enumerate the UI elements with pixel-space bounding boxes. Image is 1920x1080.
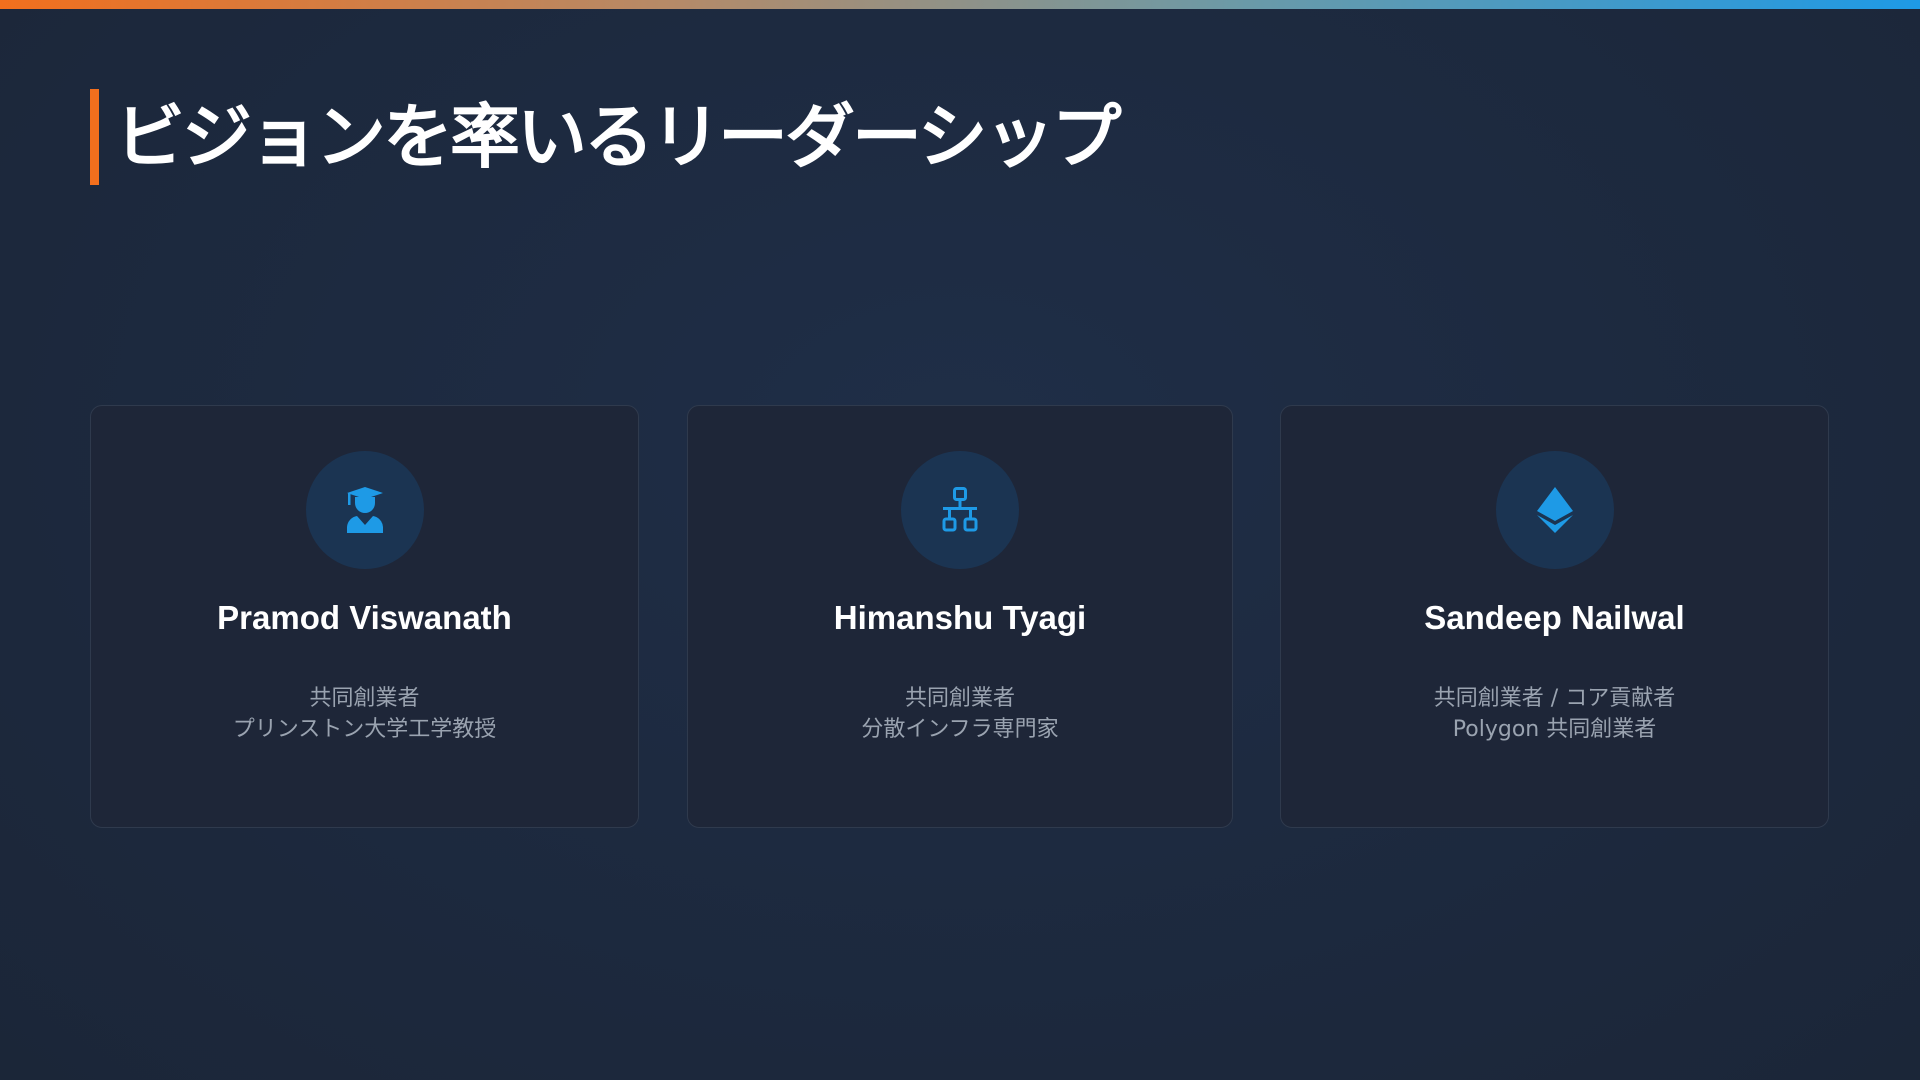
- leader-role: 共同創業者 プリンストン大学工学教授: [91, 683, 638, 745]
- icon-badge: [305, 451, 424, 569]
- leader-role-line: 共同創業者: [309, 686, 420, 711]
- leader-name: Himanshu Tyagi: [833, 599, 1087, 636]
- leader-card: Pramod Viswanath 共同創業者 プリンストン大学工学教授: [90, 405, 639, 828]
- leader-role-line: Polygon 共同創業者: [1452, 717, 1657, 742]
- leader-role-line: 分散インフラ専門家: [861, 717, 1059, 742]
- leader-role-line: プリンストン大学工学教授: [232, 717, 497, 742]
- graduate-icon: [346, 487, 383, 533]
- icon-badge: [901, 451, 1019, 569]
- title-block: ビジョンを率いるリーダーシップ: [90, 89, 1122, 185]
- top-gradient-bar: [0, 0, 1920, 9]
- leader-card: Sandeep Nailwal 共同創業者 / コア貢献者 Polygon 共同…: [1280, 405, 1829, 828]
- leader-cards: Pramod Viswanath 共同創業者 プリンストン大学工学教授 Hima…: [90, 405, 1830, 830]
- leader-role-line: 共同創業者: [904, 686, 1015, 711]
- leader-name: Pramod Viswanath: [217, 599, 512, 636]
- leader-role: 共同創業者 / コア貢献者 Polygon 共同創業者: [1281, 683, 1828, 745]
- leader-role-line: 共同創業者 / コア貢献者: [1433, 686, 1676, 711]
- page-title: ビジョンを率いるリーダーシップ: [115, 96, 1122, 178]
- leader-role: 共同創業者 分散インフラ専門家: [688, 683, 1232, 745]
- network-icon: [942, 487, 978, 532]
- icon-badge: [1495, 451, 1614, 569]
- leader-name: Sandeep Nailwal: [1424, 599, 1685, 636]
- leader-card: Himanshu Tyagi 共同創業者 分散インフラ専門家: [687, 405, 1233, 828]
- ethereum-icon: [1536, 487, 1573, 533]
- slide: ビジョンを率いるリーダーシップ Pramod Viswanath 共同創業者 プ…: [0, 0, 1920, 1080]
- title-accent-bar: [90, 89, 99, 185]
